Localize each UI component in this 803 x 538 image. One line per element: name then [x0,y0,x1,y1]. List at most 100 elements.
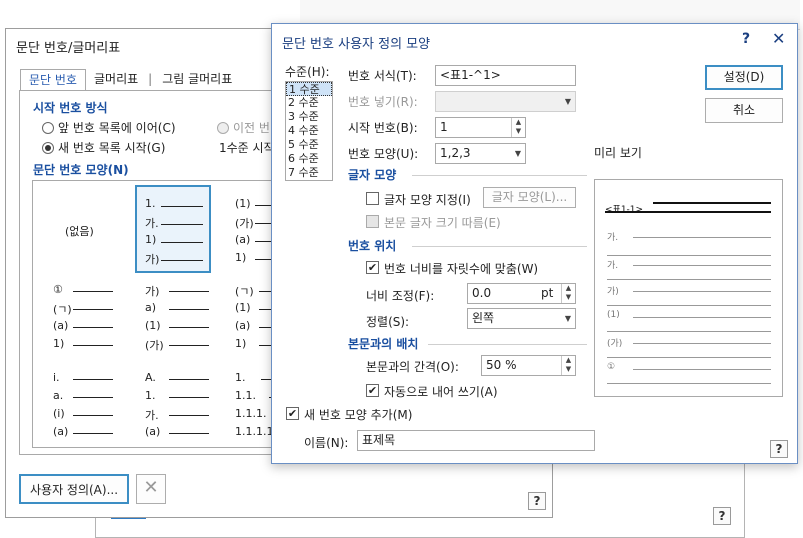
parent-help-button[interactable]: ? [528,492,546,510]
level-list[interactable]: 1 수준 2 수준 3 수준 4 수준 5 수준 6 수준 7 수준 [285,81,333,181]
spin-arrows-icon[interactable]: ▲ ▼ [561,356,575,375]
shape-bar [161,206,203,207]
preview-text-bar [653,202,771,204]
start-number-value: 1 [440,120,448,134]
tab-picture-bullet[interactable]: 그림 글머리표 [154,69,240,91]
shape-line: (ㄱ) [53,303,72,316]
cancel-button[interactable]: 취소 [705,98,783,123]
chevron-down-icon: ▼ [564,314,571,323]
shape-cell[interactable]: ① (ㄱ) (a) 1) [37,277,113,365]
width-adjust-spinner[interactable]: 0.0 pt ▲ ▼ [467,283,576,304]
shape-line: ① [53,283,63,296]
width-fit-label: 번호 너비를 자릿수에 맞춤(W) [384,262,539,276]
shape-line: A. [145,371,156,384]
preview-item: ① [607,362,616,372]
shape-cell[interactable]: i. a. (i) (a) [37,367,113,447]
radio-new-list[interactable]: 새 번호 목록 시작(G) [42,139,165,156]
shape-bar [169,433,209,434]
font-size-check-label: 본문 글자 크기 따름(E) [384,216,501,230]
preview-item: 가) [607,287,619,297]
shape-line: (1) [235,197,251,210]
shape-line: 1) [235,251,247,264]
radio-icon [217,122,229,134]
font-check[interactable] [366,192,379,205]
radio-prev-number[interactable]: 이전 번 [217,119,270,136]
tab-paragraph-number[interactable]: 문단 번호 [20,69,86,91]
spin-arrows-icon[interactable]: ▲ ▼ [511,118,525,137]
level-item[interactable]: 5 수준 [286,138,332,152]
number-shape-select[interactable]: 1,2,3 ▼ [435,143,526,164]
name-label: 이름(N): [304,436,349,450]
number-format-input[interactable]: <표1-^1> [435,65,576,86]
width-fit-check[interactable]: ✔ [366,261,379,274]
start-number-spinner[interactable]: 1 ▲ ▼ [435,117,526,138]
section-divider [412,246,587,247]
shape-line: 1. [235,371,246,384]
number-shape-label: 번호 모양(U): [348,147,419,161]
level-item[interactable]: 7 수준 [286,166,332,180]
custom-define-button[interactable]: 사용자 정의(A)... [19,474,129,504]
number-format-label: 번호 서식(T): [348,69,417,83]
close-icon[interactable]: ✕ [772,29,785,48]
shape-line: 1) [53,337,65,350]
shape-bar [169,327,209,328]
spin-arrows-icon[interactable]: ▲ ▼ [561,284,575,303]
add-shape-check[interactable]: ✔ [286,407,299,420]
shape-bar [161,224,203,225]
body-gap-label: 본문과의 간격(O): [366,360,459,374]
level-item[interactable]: 1 수준 [286,82,332,96]
shape-bar [73,291,113,292]
body-layout-section-title: 본문과의 배치 [348,337,419,351]
shape-line: (1) [145,319,161,332]
shape-line: 1. [145,197,156,210]
align-select[interactable]: 왼쪽 ▼ [467,308,576,329]
number-shape-grid: (없음) 1. 가. 1) 가) (1) (가) (a) 1) ① (ㄱ) (a… [32,180,282,448]
shape-bar [73,327,113,328]
body-gap-spinner[interactable]: 50 % ▲ ▼ [481,355,576,376]
preview-item: (1) [607,310,620,320]
level-item[interactable]: 3 수준 [286,110,332,124]
preview-bar [607,305,771,306]
font-check-label: 글자 모양 지정(I) [384,193,471,207]
tab-bullet[interactable]: 글머리표 [86,69,146,91]
delete-shape-button[interactable]: ✕ [136,474,166,504]
shape-bar [169,415,209,416]
shape-line: 가. [145,217,159,230]
shape-line: 1. [145,389,156,402]
help-icon[interactable]: ? [742,31,750,47]
preview-bar [607,279,771,280]
shape-line: (i) [53,407,65,420]
name-input[interactable]: 표제목 [357,430,595,451]
shape-line: (1) [235,301,251,314]
preview-bar [607,383,771,384]
tab-separator: | [148,72,153,86]
insert-number-select[interactable]: ▼ [435,91,576,112]
ok-button[interactable]: 설정(D) [705,65,783,90]
level-item[interactable]: 6 수준 [286,152,332,166]
shape-cell[interactable]: 가) a) (1) (가) [137,277,213,365]
dialog-help-button[interactable]: ? [770,440,788,458]
shape-bar [73,433,113,434]
auto-indent-check[interactable]: ✔ [366,384,379,397]
background-help-button[interactable]: ? [713,507,731,525]
level-item[interactable]: 2 수준 [286,96,332,110]
radio-continue-prev[interactable]: 앞 번호 목록에 이어(C) [42,119,176,136]
shape-bar [161,242,203,243]
shape-cell-none[interactable]: (없음) [37,185,113,273]
font-button[interactable]: 글자 모양(L)... [483,187,576,208]
chevron-down-icon: ▼ [514,149,521,158]
shape-bar [169,397,209,398]
add-shape-label: 새 번호 모양 추가(M) [304,408,413,422]
shape-cell[interactable]: A. 1. 가. (a) [137,367,213,447]
shape-line: i. [53,371,60,384]
shape-line: a) [145,301,157,314]
shape-cell-selected[interactable]: 1. 가. 1) 가) [135,185,211,273]
radio-continue-label: 앞 번호 목록에 이어(C) [58,121,176,135]
shape-line: a. [53,389,64,402]
preview-bar [633,265,771,266]
shape-line: (가) [235,217,254,230]
shape-line: (가) [145,339,164,352]
font-size-check[interactable] [366,215,379,228]
level-item[interactable]: 4 수준 [286,124,332,138]
preview-bar [633,369,771,370]
